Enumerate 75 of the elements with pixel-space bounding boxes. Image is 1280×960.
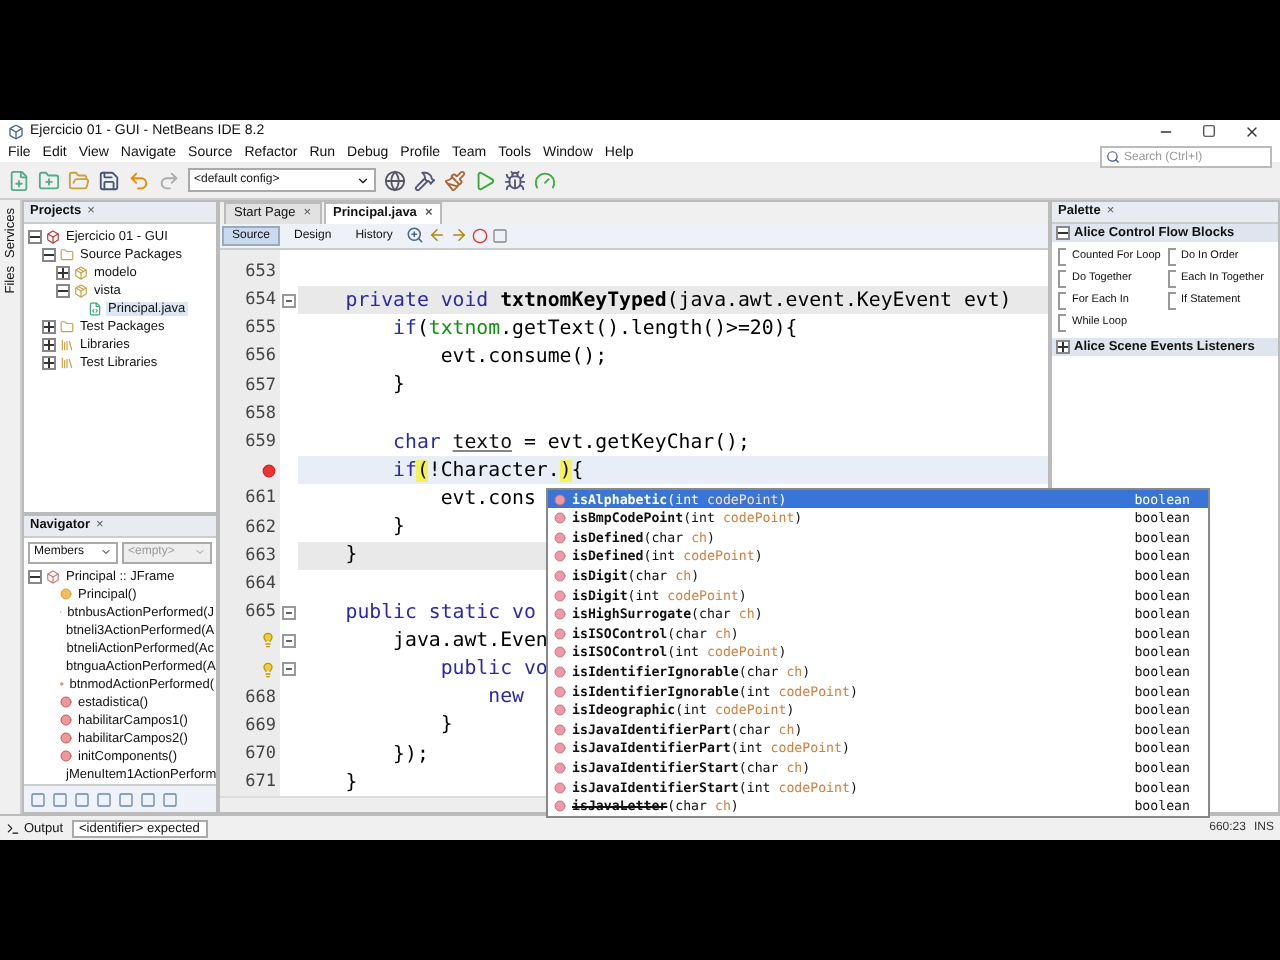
code-line: evt.cons — [438, 487, 536, 510]
folder-icon — [60, 247, 74, 262]
code-line: char texto = evt.getKeyChar(); — [391, 431, 750, 454]
terminal-icon — [6, 821, 20, 836]
expand-toggle[interactable] — [42, 355, 56, 370]
expand-toggle[interactable] — [28, 229, 42, 244]
expand-toggle[interactable] — [56, 265, 70, 280]
fold-toggle[interactable] — [282, 662, 296, 677]
code-line: if(!Character.){ — [391, 459, 584, 482]
forward-icon[interactable] — [450, 226, 469, 245]
fold-toggle[interactable] — [282, 605, 296, 620]
code-line: public static vo — [343, 601, 536, 624]
expand-toggle[interactable] — [42, 337, 56, 352]
code-line: if(txtnom.getText().length()>=20){ — [391, 317, 798, 340]
expand-toggle[interactable] — [56, 283, 70, 298]
fold-toggle[interactable] — [282, 633, 296, 648]
hammer-icon[interactable] — [414, 169, 436, 192]
code-line: } — [438, 714, 453, 737]
package-icon — [74, 265, 88, 280]
run-icon[interactable] — [474, 169, 496, 192]
expand-toggle[interactable] — [28, 569, 42, 584]
line-number: 657 — [245, 375, 276, 396]
line-number: 662 — [245, 517, 276, 538]
line-number: 659 — [245, 432, 276, 453]
line-number: 663 — [245, 545, 276, 566]
line-number: 664 — [245, 573, 276, 594]
project-icon — [46, 229, 60, 244]
expand-toggle[interactable] — [1056, 339, 1070, 354]
line-number: 661 — [245, 488, 276, 509]
line-number: 671 — [245, 772, 276, 793]
search-icon — [1106, 150, 1120, 165]
code-line: private void txtnomKeyTyped(java.awt.event.KeyEvent evt) — [343, 289, 1012, 312]
code-line: }); — [391, 743, 429, 766]
folder-icon — [60, 319, 74, 334]
class-icon — [46, 569, 60, 584]
line-number: 668 — [245, 687, 276, 708]
expand-toggle[interactable] — [42, 247, 56, 262]
maximize-icon[interactable] — [1202, 123, 1216, 138]
code-line: evt.consume(); — [438, 345, 608, 368]
breakpoint-icon[interactable] — [472, 227, 489, 244]
fold-toggle[interactable] — [282, 293, 296, 308]
line-number: 669 — [245, 715, 276, 736]
library-icon — [60, 355, 74, 370]
globe-icon[interactable] — [384, 169, 406, 192]
expand-toggle[interactable] — [42, 319, 56, 334]
package-icon — [74, 283, 88, 298]
library-icon — [60, 337, 74, 352]
code-line: public vo — [438, 658, 548, 681]
constructor-icon — [60, 588, 72, 601]
save-icon[interactable] — [98, 169, 120, 192]
line-number: 665 — [245, 602, 276, 623]
app-icon — [8, 123, 24, 140]
gauge-icon[interactable] — [534, 169, 556, 192]
code-line: } — [391, 516, 406, 539]
java-file-icon — [88, 301, 102, 316]
caret-icon — [100, 546, 112, 559]
line-number: 658 — [245, 403, 276, 424]
back-icon[interactable] — [428, 226, 447, 245]
code-line: } — [343, 544, 358, 567]
caret-icon — [356, 173, 370, 188]
line-number: 656 — [245, 346, 276, 367]
line-number: 655 — [245, 318, 276, 339]
close-icon[interactable] — [1244, 123, 1260, 140]
brush-icon[interactable] — [444, 169, 466, 192]
code-line: java.awt.Even — [391, 629, 548, 652]
line-number: 654 — [245, 290, 276, 311]
debug-icon[interactable] — [504, 169, 526, 192]
line-number: 653 — [245, 261, 276, 282]
expand-toggle[interactable] — [1056, 225, 1070, 240]
code-line: } — [343, 771, 358, 794]
code-line: } — [391, 374, 406, 397]
zoom-icon[interactable] — [406, 226, 425, 245]
line-number: 670 — [245, 744, 276, 765]
code-line: new — [486, 686, 524, 709]
caret-icon — [194, 546, 206, 559]
